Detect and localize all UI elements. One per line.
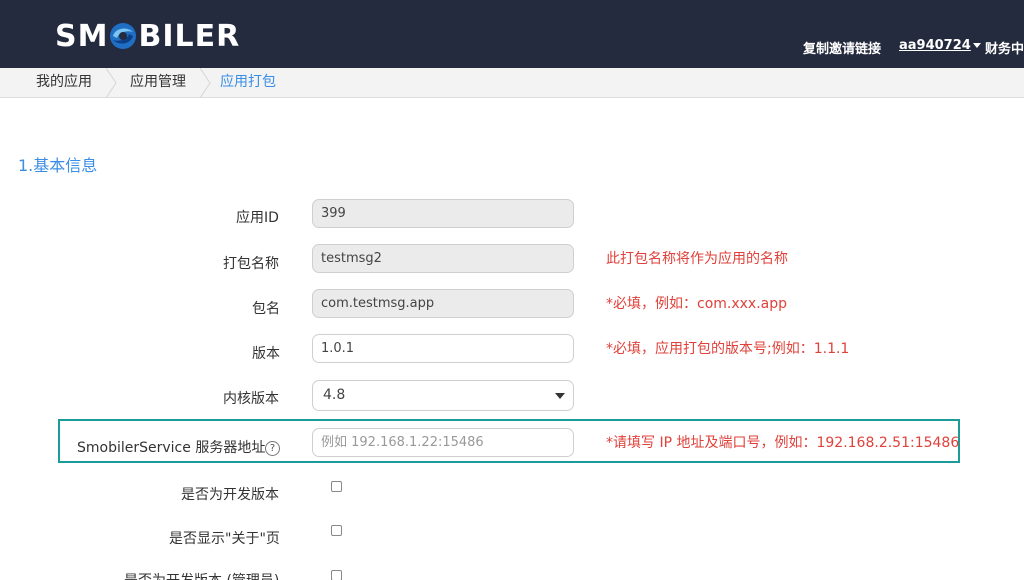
package-name-hint: 此打包名称将作为应用的名称 <box>606 251 788 267</box>
bundle-label: 包名 <box>252 301 280 317</box>
dev-version-checkbox[interactable] <box>331 481 342 492</box>
chevron-down-icon <box>972 43 981 48</box>
breadcrumb: 我的应用 应用管理 应用打包 <box>0 68 1024 98</box>
dev-admin-label: 是否为开发版本 (管理员) <box>124 570 279 580</box>
kernel-version-value: 4.8 <box>323 387 346 403</box>
dev-version-label: 是否为开发版本 <box>181 487 279 503</box>
kernel-version-select[interactable]: 4.8 <box>312 380 574 411</box>
breadcrumb-separator-icon <box>199 68 211 98</box>
bundle-field: com.testmsg.app <box>312 289 574 318</box>
kernel-version-label: 内核版本 <box>223 391 279 407</box>
breadcrumb-app-package[interactable]: 应用打包 <box>220 68 276 98</box>
breadcrumb-my-apps[interactable]: 我的应用 <box>36 68 92 98</box>
show-about-checkbox[interactable] <box>331 525 342 536</box>
version-input[interactable]: 1.0.1 <box>312 334 574 363</box>
package-name-label: 打包名称 <box>223 256 279 272</box>
service-address-input[interactable]: 例如 192.168.1.22:15486 <box>312 428 574 457</box>
version-label: 版本 <box>252 346 280 362</box>
package-name-field: testmsg2 <box>312 244 574 273</box>
user-menu[interactable]: aa940724 <box>899 38 981 53</box>
service-address-label: SmobilerService 服务器地址 <box>77 440 266 456</box>
dev-admin-checkbox[interactable] <box>331 570 342 580</box>
app-id-label: 应用ID <box>236 210 279 226</box>
username: aa940724 <box>899 38 971 53</box>
bundle-hint: *必填，例如：com.xxx.app <box>606 296 788 312</box>
breadcrumb-separator-icon <box>105 68 117 98</box>
version-hint: *必填，应用打包的版本号;例如：1.1.1 <box>606 341 850 357</box>
top-navbar: SM BILER 复制邀请链接 aa940724 财务中 <box>0 0 1024 68</box>
help-icon[interactable]: ? <box>265 441 280 456</box>
finance-link[interactable]: 财务中 <box>985 38 1024 57</box>
breadcrumb-app-management[interactable]: 应用管理 <box>130 68 186 98</box>
dropdown-arrow-icon <box>555 393 565 399</box>
app-id-field: 399 <box>312 199 574 228</box>
service-address-hint: *请填写 IP 地址及端口号，例如：192.168.2.51:15486 <box>606 435 960 451</box>
invite-link[interactable]: 复制邀请链接 <box>803 38 881 57</box>
show-about-label: 是否显示"关于"页 <box>169 531 280 547</box>
section-title: 1.基本信息 <box>18 156 98 175</box>
